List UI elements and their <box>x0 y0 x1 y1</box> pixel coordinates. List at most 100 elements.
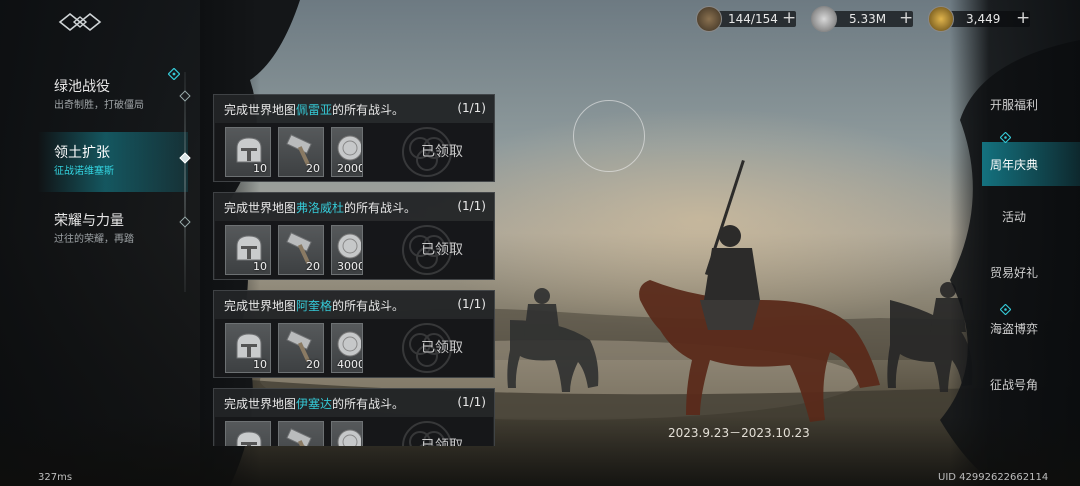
silver-currency: 5.33M + <box>811 6 917 32</box>
reward-count: 4000 <box>337 358 363 371</box>
nav-item-green-pool-campaign[interactable]: 绿池战役 出奇制胜，打破僵局 <box>38 66 188 124</box>
stamina-icon <box>696 6 722 32</box>
event-date-range: 2023.9.23－2023.10.23 <box>668 426 810 440</box>
game-logo-icon[interactable] <box>58 8 102 36</box>
silver-value: 5.33M <box>849 12 887 26</box>
reward-slot[interactable] <box>225 421 271 446</box>
tab-label: 开服福利 <box>990 98 1039 112</box>
reward-count: 10 <box>253 260 267 273</box>
latency-readout: 327ms <box>38 472 73 483</box>
tab-anniversary-celebration[interactable]: 周年庆典 <box>982 132 1080 186</box>
tab-label: 周年庆典 <box>990 158 1039 172</box>
tab-opening-benefits[interactable]: 开服福利 <box>982 80 1080 136</box>
task-description: 完成世界地图伊塞达的所有战斗。 (1/1) <box>214 389 494 416</box>
reward-count: 3000 <box>337 260 363 273</box>
silver-coin-icon <box>811 6 837 32</box>
reward-list <box>225 421 363 446</box>
task-prefix: 完成世界地图 <box>224 201 297 215</box>
task-location-link[interactable]: 阿奎格 <box>296 299 332 313</box>
notification-diamond-icon <box>1000 132 1011 143</box>
stamina-value: 144/154 <box>728 12 778 26</box>
reward-slot[interactable]: 10 <box>225 127 271 177</box>
reward-count: 20 <box>306 358 320 371</box>
task-description: 完成世界地图弗洛威杜的所有战斗。 (1/1) <box>214 193 494 220</box>
task-card: 完成世界地图弗洛威杜的所有战斗。 (1/1) 10 20 3000 已领取 <box>213 192 495 280</box>
nav-item-title: 领土扩张 <box>54 145 110 161</box>
task-location-link[interactable]: 伊塞达 <box>296 397 332 411</box>
tab-label: 活动 <box>1002 210 1027 224</box>
task-body: 10 20 2000 已领取 <box>215 123 493 181</box>
task-progress: (1/1) <box>457 101 486 115</box>
reward-count: 10 <box>253 358 267 371</box>
tab-label: 贸易好礼 <box>990 266 1039 280</box>
notification-diamond-icon <box>1000 304 1011 315</box>
reward-slot[interactable] <box>331 421 363 446</box>
reward-slot[interactable]: 10 <box>225 225 271 275</box>
task-body: 10 20 3000 已领取 <box>215 221 493 279</box>
task-card: 完成世界地图佩雷亚的所有战斗。 (1/1) 10 20 2000 已领取 <box>213 94 495 182</box>
stamina-currency: 144/154 + <box>696 6 800 32</box>
reward-slot[interactable]: 3000 <box>331 225 363 275</box>
nav-rail <box>179 72 191 292</box>
reward-list: 10 20 2000 <box>225 127 363 177</box>
focus-ring-icon <box>573 100 645 172</box>
task-progress: (1/1) <box>457 199 486 213</box>
task-body: 10 20 4000 已领取 <box>215 319 493 377</box>
reward-slot[interactable]: 20 <box>278 225 324 275</box>
task-suffix: 的所有战斗。 <box>332 299 405 313</box>
task-description: 完成世界地图阿奎格的所有战斗。 (1/1) <box>214 291 494 318</box>
reward-count: 10 <box>253 162 267 175</box>
notification-diamond-icon <box>168 68 180 80</box>
task-progress: (1/1) <box>457 297 486 311</box>
add-stamina-button[interactable]: + <box>782 9 796 27</box>
task-suffix: 的所有战斗。 <box>332 397 405 411</box>
reward-count: 20 <box>306 260 320 273</box>
task-prefix: 完成世界地图 <box>224 299 297 313</box>
task-description: 完成世界地图佩雷亚的所有战斗。 (1/1) <box>214 95 494 122</box>
gold-value: 3,449 <box>966 12 1001 26</box>
task-card: 完成世界地图阿奎格的所有战斗。 (1/1) 10 20 4000 已领取 <box>213 290 495 378</box>
tab-trade-gifts[interactable]: 贸易好礼 <box>982 248 1080 304</box>
reward-count: 20 <box>306 162 320 175</box>
tab-pirate-gamble[interactable]: 海盗博弈 <box>982 304 1080 360</box>
reward-slot[interactable]: 4000 <box>331 323 363 373</box>
task-list[interactable]: 完成世界地图佩雷亚的所有战斗。 (1/1) 10 20 2000 已领取 完成世界… <box>213 94 497 446</box>
tab-label: 征战号角 <box>990 378 1039 392</box>
claimed-status: 已领取 <box>421 340 463 356</box>
task-body: 已领取 <box>215 417 493 446</box>
task-suffix: 的所有战斗。 <box>332 103 405 117</box>
task-location-link[interactable]: 弗洛威杜 <box>296 201 344 215</box>
claimed-status: 已领取 <box>421 438 463 446</box>
add-gold-button[interactable]: + <box>1016 9 1030 27</box>
tab-war-horn[interactable]: 征战号角 <box>982 360 1080 416</box>
nav-item-subtitle: 过往的荣耀，再踏 <box>54 234 134 245</box>
right-event-nav: 开服福利 周年庆典 活动 贸易好礼 海盗博弈 征战号角 <box>982 80 1080 416</box>
user-id: UID 42992622662114 <box>938 472 1049 483</box>
nav-item-subtitle: 征战诺维塞斯 <box>54 166 114 177</box>
reward-slot[interactable]: 20 <box>278 127 324 177</box>
claimed-status: 已领取 <box>421 144 463 160</box>
reward-slot[interactable] <box>278 421 324 446</box>
reward-list: 10 20 4000 <box>225 323 363 373</box>
task-location-link[interactable]: 佩雷亚 <box>296 103 332 117</box>
nav-item-glory-and-power[interactable]: 荣耀与力量 过往的荣耀，再踏 <box>38 200 188 258</box>
task-card: 完成世界地图伊塞达的所有战斗。 (1/1) 已领取 <box>213 388 495 446</box>
reward-slot[interactable]: 2000 <box>331 127 363 177</box>
nav-item-title: 绿池战役 <box>54 79 110 95</box>
reward-slot[interactable]: 20 <box>278 323 324 373</box>
task-prefix: 完成世界地图 <box>224 103 297 117</box>
task-progress: (1/1) <box>457 395 486 409</box>
claimed-status: 已领取 <box>421 242 463 258</box>
task-suffix: 的所有战斗。 <box>344 201 417 215</box>
tab-events[interactable]: 活动 <box>982 192 1080 248</box>
tab-label: 海盗博弈 <box>990 322 1039 336</box>
nav-item-subtitle: 出奇制胜，打破僵局 <box>54 100 144 111</box>
add-silver-button[interactable]: + <box>899 9 913 27</box>
gold-badge-icon <box>928 6 954 32</box>
task-prefix: 完成世界地图 <box>224 397 297 411</box>
reward-slot[interactable]: 10 <box>225 323 271 373</box>
gold-currency: 3,449 + <box>928 6 1034 32</box>
nav-item-territory-expansion[interactable]: 领土扩张 征战诺维塞斯 <box>38 132 188 192</box>
reward-count: 2000 <box>337 162 363 175</box>
nav-item-title: 荣耀与力量 <box>54 213 124 229</box>
